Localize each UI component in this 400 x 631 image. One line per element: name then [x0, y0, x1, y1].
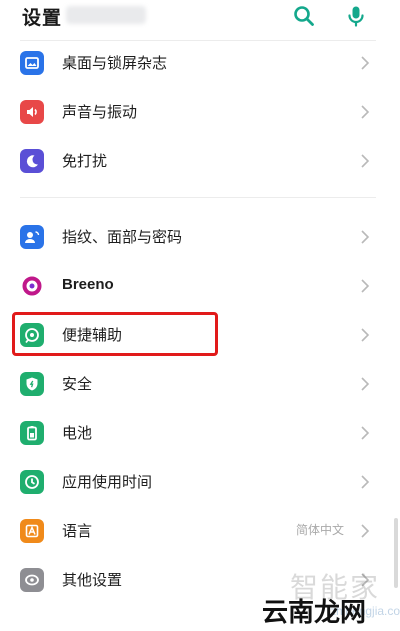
other-settings-icon	[20, 568, 44, 592]
wallpaper-icon	[20, 51, 44, 75]
highlight-annotation-box	[12, 312, 218, 356]
face-fingerprint-icon	[20, 225, 44, 249]
settings-item-battery[interactable]: 电池	[0, 408, 388, 457]
settings-item-fingerprint-face-password[interactable]: 指纹、面部与密码	[0, 212, 388, 261]
moon-icon	[20, 149, 44, 173]
watermark-logo-text: 云南龙网	[262, 598, 367, 628]
settings-item-breeno[interactable]: Breeno	[0, 261, 388, 310]
settings-item-do-not-disturb[interactable]: 免打扰	[0, 136, 388, 185]
page-title: 设置	[22, 7, 63, 29]
settings-item-sound-vibration[interactable]: 声音与振动	[0, 87, 388, 136]
battery-icon	[20, 421, 44, 445]
chevron-right-icon	[360, 278, 370, 294]
settings-item-label: 其他设置	[62, 571, 123, 589]
settings-item-label: 声音与振动	[62, 103, 138, 121]
settings-item-label: 应用使用时间	[62, 473, 153, 491]
settings-item-label: Breeno	[62, 276, 114, 293]
settings-item-security[interactable]: 安全	[0, 359, 388, 408]
language-icon	[20, 519, 44, 543]
chevron-right-icon	[360, 376, 370, 392]
mic-icon[interactable]	[344, 4, 368, 28]
chevron-right-icon	[360, 425, 370, 441]
breeno-icon	[20, 274, 44, 298]
speaker-icon	[20, 100, 44, 124]
app-usage-time-icon	[20, 470, 44, 494]
chevron-right-icon	[360, 55, 370, 71]
language-current-value: 简体中文	[295, 523, 344, 537]
chevron-right-icon	[360, 153, 370, 169]
chevron-right-icon	[360, 474, 370, 490]
security-shield-icon	[20, 372, 44, 396]
settings-item-language[interactable]: 语言 简体中文	[0, 506, 388, 555]
chevron-right-icon	[360, 327, 370, 343]
chevron-right-icon	[360, 229, 370, 245]
settings-item-label: 免打扰	[62, 152, 108, 170]
settings-item-label: 桌面与锁屏杂志	[62, 54, 168, 72]
search-icon[interactable]	[292, 4, 316, 28]
settings-item-label: 语言	[62, 522, 93, 540]
settings-item-label: 指纹、面部与密码	[62, 228, 183, 246]
top-bar: 设置	[0, 0, 400, 36]
settings-item-app-usage-time[interactable]: 应用使用时间	[0, 457, 388, 506]
settings-item-wallpaper-lockscreen[interactable]: 桌面与锁屏杂志	[0, 38, 388, 87]
divider	[20, 197, 376, 198]
settings-item-label: 安全	[62, 375, 93, 393]
scrollbar-thumb[interactable]	[394, 518, 398, 588]
blurred-region	[66, 6, 146, 24]
chevron-right-icon	[360, 104, 370, 120]
chevron-right-icon	[360, 523, 370, 539]
settings-item-label: 电池	[62, 424, 93, 442]
